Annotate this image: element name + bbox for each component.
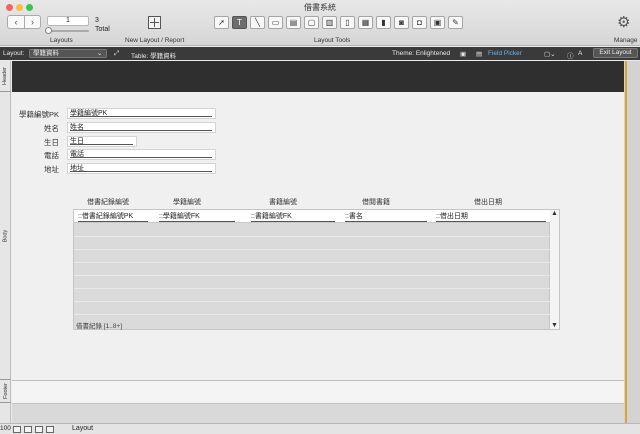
status-bar: 100 Layout (0, 423, 640, 434)
record-count-value: 3 (95, 17, 99, 24)
table-label: Table: 學籍資料 (131, 53, 177, 60)
portal-field-book-id[interactable]: ::書籍編號FK (251, 212, 335, 222)
web-viewer-tool-icon[interactable]: ◙ (394, 16, 409, 29)
field-picker-button[interactable]: Field Picker (488, 50, 522, 57)
button-tool-icon[interactable]: ▢ (304, 16, 319, 29)
chevron-left-icon: ‹ (14, 17, 18, 27)
layout-canvas-bottom (12, 403, 624, 423)
field-student-id[interactable]: 學籍編號PK (67, 108, 216, 119)
portal-field-book-title[interactable]: ::書名 (345, 212, 427, 222)
layout-settings-icon[interactable]: ⤢ (114, 50, 119, 58)
theme-icon[interactable]: ▣ (460, 50, 466, 58)
zoom-level[interactable]: 100 (0, 425, 11, 432)
toggle-status-toolbar-icon[interactable] (35, 426, 43, 433)
footer-part-tab[interactable]: Footer (0, 380, 11, 403)
field-label-name[interactable]: 姓名 (11, 123, 59, 134)
layout-select-value: 學籍資料 (33, 50, 59, 57)
record-count-label: Total (95, 26, 110, 33)
next-record-button[interactable]: › (24, 15, 41, 29)
field-label-student-id[interactable]: 學籍編號PK (11, 109, 59, 120)
portal-header-borrow-date[interactable]: 借出日期 (474, 197, 502, 207)
portal-row (74, 224, 551, 237)
record-number-input[interactable]: 1 (47, 16, 89, 26)
line-tool-icon[interactable]: ╲ (250, 16, 265, 29)
portal-field-borrow-date[interactable]: ::借出日期 (436, 212, 546, 222)
layout-right-edge (624, 61, 640, 423)
popover-button-tool-icon[interactable]: ▣ (430, 16, 445, 29)
button-bar-tool-icon[interactable]: ▥ (322, 16, 337, 29)
font-size-icon[interactable]: A (578, 50, 582, 57)
window-title: 借書系統 (304, 3, 336, 12)
mode-label[interactable]: Layout (72, 425, 93, 432)
portal-row (74, 289, 551, 302)
portal-header-book-id[interactable]: 書籍編號 (269, 197, 297, 207)
zoom-out-icon[interactable] (13, 426, 21, 433)
field-phone[interactable]: 電話 (67, 149, 216, 160)
field-birthday[interactable]: 生日 (67, 136, 137, 147)
footer-part[interactable] (12, 380, 624, 403)
record-slider-knob[interactable] (45, 27, 52, 34)
manage-label[interactable]: Manage (614, 37, 638, 44)
layout-bar: Layout: 學籍資料 ⌄ ⤢ Table: 學籍資料 Theme: Enli… (0, 47, 640, 60)
tab-control-tool-icon[interactable]: ▯ (340, 16, 355, 29)
exit-layout-button[interactable]: Exit Layout (593, 48, 638, 58)
chevron-down-icon: ⌄ (97, 50, 103, 57)
toolbar: 借書系統 ‹ › 1 3 Total Layouts New Layout / … (0, 0, 640, 46)
rectangle-tool-icon[interactable]: ▭ (268, 16, 283, 29)
record-slider-track[interactable] (47, 30, 89, 32)
new-layout-label[interactable]: New Layout / Report (125, 37, 184, 44)
portal-tool-icon[interactable]: ▦ (358, 16, 373, 29)
text-tool-icon[interactable]: T (232, 16, 247, 29)
new-layout-icon[interactable] (148, 16, 161, 29)
borrow-records-portal[interactable]: ::借書紀錄編號PK ::學籍編號FK ::書籍編號FK ::書名 ::借出日期… (73, 209, 551, 330)
zoom-in-icon[interactable] (24, 426, 32, 433)
chart-tool-icon[interactable]: ▮ (376, 16, 391, 29)
portal-scrollbar[interactable]: ▲ ▼ (550, 209, 560, 330)
record-count: 3 Total (95, 16, 110, 34)
layout-tools-label: Layout Tools (314, 37, 351, 44)
info-icon[interactable]: ⓘ (567, 50, 574, 60)
field-tool-icon[interactable]: ▤ (286, 16, 301, 29)
portal-header-book-title[interactable]: 借閱書籍 (362, 197, 390, 207)
layouts-label: Layouts (50, 37, 73, 44)
scroll-up-icon[interactable]: ▲ (551, 210, 558, 217)
portal-header-borrow-id[interactable]: 借書紀錄編號 (87, 197, 129, 207)
field-label-address[interactable]: 地址 (11, 164, 59, 175)
theme-label: Theme: Enlightened (392, 50, 451, 57)
portal-row (74, 250, 551, 263)
portal-field-student-id[interactable]: ::學籍編號FK (159, 212, 235, 222)
record-navigation: ‹ › (7, 15, 41, 29)
field-address[interactable]: 地址 (67, 163, 216, 174)
format-menu-icon[interactable]: ▢⌄ (544, 50, 556, 58)
portal-row (74, 302, 551, 315)
layout-select[interactable]: 學籍資料 ⌄ (29, 49, 107, 58)
format-painter-icon[interactable]: ✎ (448, 16, 463, 29)
field-label-phone[interactable]: 電話 (11, 150, 59, 161)
layout-tools: ➚ T ╲ ▭ ▤ ▢ ▥ ▯ ▦ ▮ ◙ ◘ ▣ ✎ (214, 16, 463, 29)
portal-header-student-id[interactable]: 學籍編號 (173, 197, 201, 207)
field-picker-icon[interactable]: ▤ (476, 50, 482, 58)
popover-tool-icon[interactable]: ◘ (412, 16, 427, 29)
layout-mode-icon[interactable] (46, 426, 54, 433)
previous-record-button[interactable]: ‹ (7, 15, 24, 29)
portal-label: 借書紀錄 [1..8+] (76, 323, 123, 330)
scroll-down-icon[interactable]: ▼ (551, 322, 558, 329)
portal-row (74, 263, 551, 276)
layout-label: Layout: (3, 50, 25, 57)
header-part-tab[interactable]: Header (0, 61, 11, 92)
chevron-right-icon: › (31, 17, 34, 27)
header-part[interactable] (12, 61, 624, 92)
field-name[interactable]: 姓名 (67, 122, 216, 133)
portal-row (74, 276, 551, 289)
body-part-tab[interactable]: Body (0, 92, 11, 380)
pointer-tool-icon[interactable]: ➚ (214, 16, 229, 29)
portal-field-borrow-id[interactable]: ::借書紀錄編號PK (78, 212, 148, 222)
portal-first-row[interactable]: ::借書紀錄編號PK ::學籍編號FK ::書籍編號FK ::書名 ::借出日期 (74, 210, 551, 223)
field-label-birthday[interactable]: 生日 (11, 137, 59, 148)
gear-icon[interactable]: ⚙ (617, 15, 630, 30)
portal-row (74, 237, 551, 250)
